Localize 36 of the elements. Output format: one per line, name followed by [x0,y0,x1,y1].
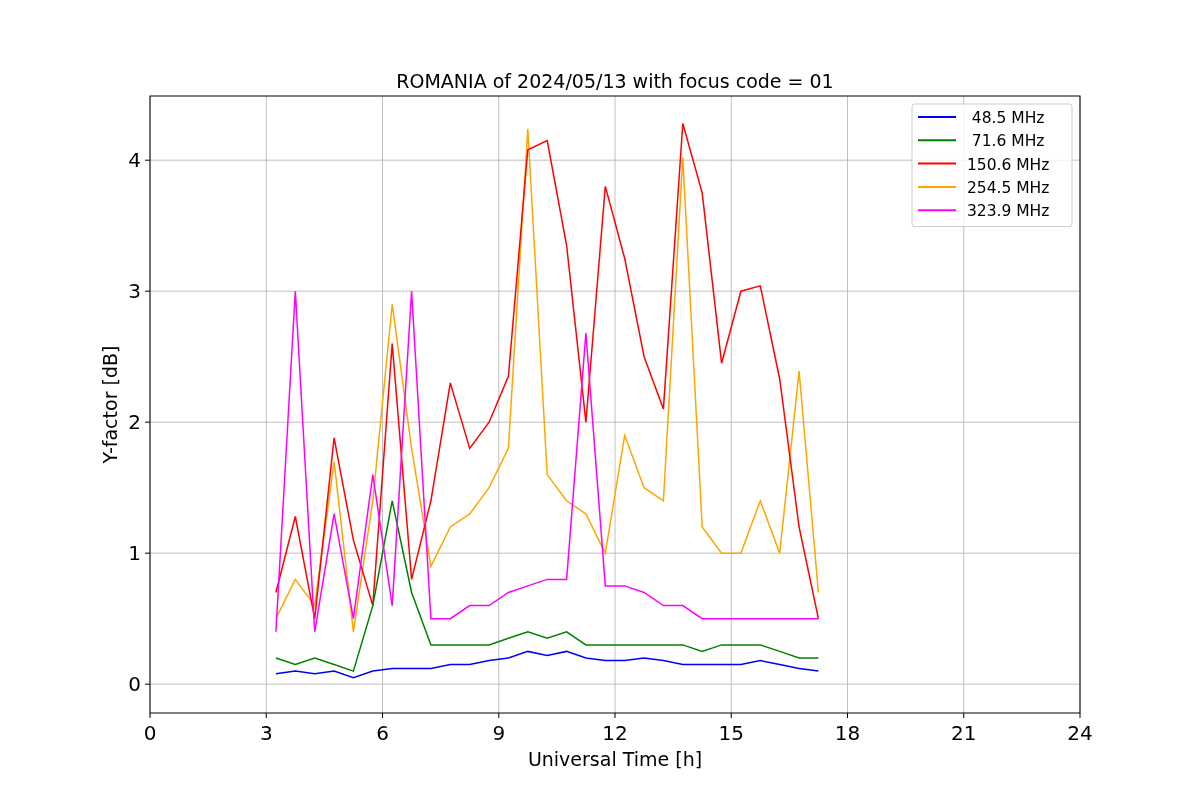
tick-label: 4 [128,148,141,173]
tick-label: 0 [143,721,157,745]
tick-label: 3 [259,721,273,745]
tick-mark [144,159,151,161]
tick-label: 1 [128,541,141,566]
tick-label: 21 [951,721,977,745]
tick-label: 24 [1067,721,1093,745]
tick-label: 18 [834,721,861,745]
tick-mark [730,712,732,719]
tick-label: 12 [602,721,628,745]
x-axis-label: Universal Time [h] [527,748,703,770]
legend-label: 254.5 MHz [966,178,1050,197]
legend-label: 48.5 MHz [971,109,1045,127]
tick-mark [144,290,151,292]
tick-label: 0 [128,672,141,697]
tick-mark [847,712,848,719]
tick-mark [144,683,151,685]
tick-label: 6 [376,721,389,745]
tick-label: 9 [492,721,506,745]
tick-label: 15 [718,721,744,745]
chart-title: ROMANIA of 2024/05/13 with focus code = 01 [396,70,834,92]
tick-mark [144,552,151,554]
tick-mark [614,712,616,719]
legend-label: 71.6 MHz [971,132,1045,151]
tick-label: 3 [128,279,141,304]
legend-label: 150.6 MHz [966,155,1050,174]
tick-mark [382,712,383,719]
tick-mark [265,712,267,719]
tick-label: 2 [128,410,141,435]
tick-mark [963,712,965,719]
tick-mark [498,712,500,719]
tick-mark [1079,712,1081,719]
y-axis-label: Y-factor [dB] [99,345,121,464]
tick-mark [144,421,151,423]
legend-label: 323.9 MHz [966,202,1050,221]
tick-mark [149,712,151,719]
